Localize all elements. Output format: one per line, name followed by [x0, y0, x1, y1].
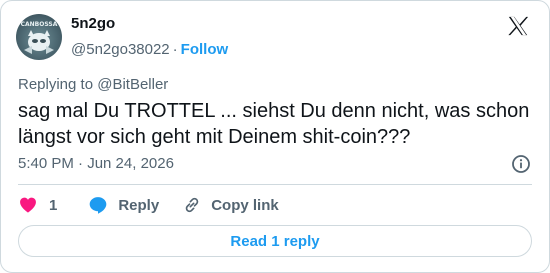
like-button[interactable]: 1: [18, 195, 88, 215]
reply-label: Reply: [118, 196, 160, 214]
read-replies-button[interactable]: Read 1 reply: [18, 225, 532, 257]
author-display-name[interactable]: 5n2go: [71, 15, 115, 32]
link-icon: [185, 197, 199, 213]
avatar-badge-text: CANBOSSA: [21, 21, 58, 28]
divider: [18, 184, 532, 185]
like-count: 1: [49, 196, 58, 214]
author-handle-line: @5n2go38022 · Follow: [71, 41, 228, 58]
copy-link-button[interactable]: Copy link: [182, 195, 279, 215]
action-bar: 1 Reply Copy link: [18, 194, 279, 216]
author-handle[interactable]: @5n2go38022: [71, 41, 170, 58]
read-replies-label: Read 1 reply: [230, 232, 320, 250]
replying-prefix: Replying to: [18, 76, 98, 93]
reply-button[interactable]: Reply: [88, 195, 182, 215]
tweet-text: sag mal Du TROTTEL ... siehst Du denn ni…: [18, 100, 530, 148]
copy-link-label: Copy link: [211, 196, 279, 214]
reply-bubble-icon: [90, 197, 107, 214]
replying-to-line: Replying to @BitBeller: [18, 76, 168, 93]
info-icon[interactable]: [511, 154, 531, 174]
tweet-embed-card: CANBOSSA 5n2go @5n2go38022 · Follow Replyi…: [0, 0, 550, 273]
replying-to-mention[interactable]: @BitBeller: [97, 76, 168, 93]
heart-icon: [20, 197, 36, 213]
avatar-image: CANBOSSA: [21, 21, 58, 54]
follow-link[interactable]: Follow: [181, 41, 229, 58]
avatar[interactable]: CANBOSSA: [16, 14, 62, 60]
x-logo-icon[interactable]: [507, 15, 529, 37]
separator-dot: ·: [172, 41, 178, 58]
tweet-timestamp[interactable]: 5:40 PM · Jun 24, 2026: [18, 155, 174, 172]
